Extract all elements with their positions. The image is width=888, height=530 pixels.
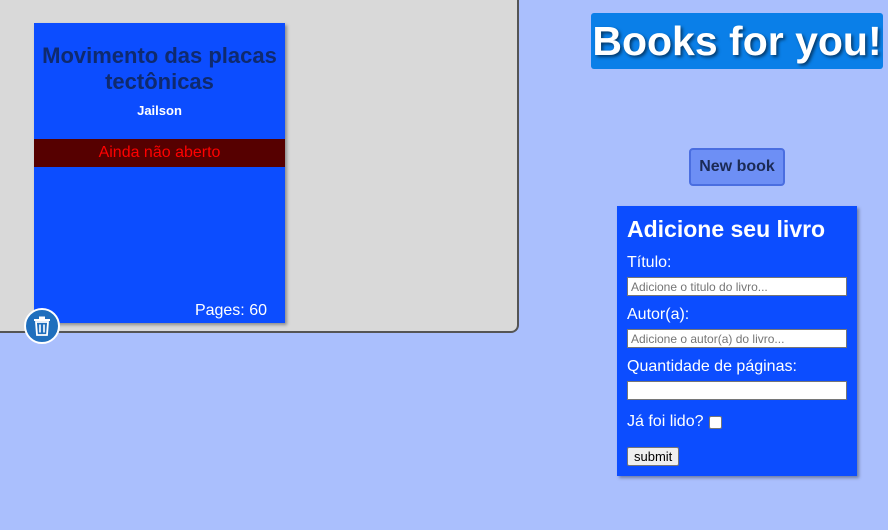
pages-label: Quantidade de páginas: [627, 358, 797, 375]
site-title: Books for you! [591, 13, 883, 69]
author-label: Autor(a): [627, 306, 690, 323]
title-input[interactable] [627, 277, 847, 296]
new-book-button[interactable]: New book [689, 148, 785, 186]
book-card: Movimento das placas tectônicas Jailson … [34, 23, 285, 323]
book-read-status[interactable]: Ainda não aberto [34, 139, 285, 167]
read-checkbox[interactable] [708, 415, 722, 429]
book-shelf: Movimento das placas tectônicas Jailson … [0, 0, 519, 344]
title-label: Título: [627, 254, 672, 271]
read-row: Já foi lido? [627, 413, 722, 431]
delete-book-button[interactable] [24, 308, 60, 344]
author-input[interactable] [627, 329, 847, 348]
book-author: Jailson [137, 103, 182, 118]
add-book-form: Adicione seu livro Título: Autor(a): Qua… [617, 206, 857, 476]
trash-icon [34, 316, 50, 336]
form-heading: Adicione seu livro [627, 216, 826, 242]
book-pages: Pages: 60 [194, 302, 267, 319]
read-label: Já foi lido? [627, 413, 704, 430]
pages-input[interactable] [627, 381, 847, 400]
submit-button[interactable]: submit [627, 447, 680, 466]
book-title: Movimento das placas tectônicas [42, 43, 277, 94]
